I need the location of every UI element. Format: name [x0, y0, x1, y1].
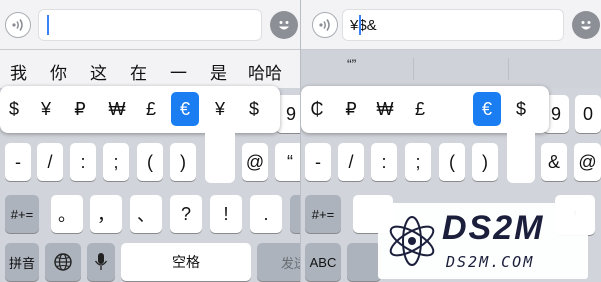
smiley-icon — [581, 21, 591, 30]
key-more-symbols[interactable]: #+= — [305, 195, 341, 233]
popup-stem — [507, 130, 535, 183]
site-watermark: DS2M DS2M.COM — [378, 203, 588, 279]
suggestion-quotes[interactable]: “” — [347, 56, 356, 72]
candidate-word[interactable]: 我 — [10, 59, 27, 84]
key-colon[interactable]: : — [371, 143, 397, 181]
popup-stem — [205, 130, 235, 183]
key-at[interactable]: @ — [242, 143, 268, 181]
atom-logo-icon — [389, 216, 435, 266]
key-at[interactable]: @ — [574, 143, 601, 181]
key-semicolon[interactable]: ; — [405, 143, 431, 181]
key-hyphen[interactable]: - — [5, 143, 31, 181]
left-keyboard-screenshot: 我 你 这 在 一 是 哈哈 9 - / : ; ( ) @ “ #+= 。 ，… — [0, 0, 300, 282]
popup-key-cedi[interactable]: ₵ — [303, 92, 331, 126]
smiley-icon — [279, 21, 289, 30]
suggestion-separator — [508, 58, 509, 80]
watermark-brand: DS2M — [442, 209, 545, 247]
candidate-word[interactable]: 一 — [170, 59, 187, 84]
key-pinyin-mode[interactable]: 拼音 — [5, 243, 39, 281]
currency-popup: ₵ ₽ ₩ £ € $ — [301, 86, 549, 133]
popup-key-pound[interactable]: £ — [137, 92, 165, 126]
popup-key-dollar[interactable]: $ — [507, 92, 535, 126]
key-ampersand[interactable]: & — [541, 143, 567, 181]
key-open-paren[interactable]: ( — [137, 143, 163, 181]
popup-key-dollar-2[interactable]: $ — [240, 92, 268, 126]
key-abc-mode[interactable]: ABC — [305, 243, 341, 281]
key-0[interactable]: 0 — [575, 95, 601, 133]
key-hyphen[interactable]: - — [305, 143, 331, 181]
globe-icon — [54, 253, 72, 271]
candidate-word[interactable]: 是 — [210, 59, 227, 84]
candidate-word[interactable]: 在 — [130, 59, 147, 84]
microphone-icon — [94, 253, 108, 270]
input-bar: ¥$& — [301, 0, 601, 50]
key-delete[interactable] — [290, 195, 300, 233]
popup-key-yen[interactable]: ¥ — [206, 92, 234, 126]
text-cursor — [359, 15, 361, 35]
sound-wave-icon — [319, 19, 330, 31]
key-semicolon[interactable]: ; — [103, 143, 129, 181]
key-period-cn[interactable]: 。 — [51, 195, 83, 233]
popup-key-ruble[interactable]: ₽ — [337, 92, 365, 126]
popup-key-ruble[interactable]: ₽ — [66, 92, 94, 126]
candidate-word[interactable]: 哈哈 — [248, 59, 282, 84]
popup-key-euro-selected[interactable]: € — [473, 92, 501, 126]
candidate-bar: 我 你 这 在 一 是 哈哈 — [0, 50, 300, 88]
key-question[interactable]: ? — [170, 195, 202, 233]
suggestion-separator — [413, 58, 414, 80]
key-close-paren[interactable]: ) — [472, 143, 498, 181]
candidate-word[interactable]: 这 — [90, 59, 107, 84]
popup-key-yuan[interactable]: ¥ — [32, 92, 60, 126]
voice-input-button[interactable] — [5, 12, 31, 38]
globe-key[interactable] — [45, 243, 81, 281]
candidate-word[interactable]: 你 — [50, 59, 67, 84]
space-key[interactable]: 空格 — [121, 243, 251, 281]
key-open-paren[interactable]: ( — [439, 143, 465, 181]
key-quote[interactable]: “ — [275, 143, 300, 181]
emoji-button[interactable] — [572, 11, 600, 39]
popup-key-won[interactable]: ₩ — [371, 92, 399, 126]
watermark-url: DS2M.COM — [446, 253, 535, 271]
input-value: ¥$& — [350, 17, 377, 34]
currency-popup: $ ¥ ₽ ₩ £ € ¥ $ — [0, 86, 280, 133]
key-comma-cn[interactable]: ， — [90, 195, 122, 233]
key-close-paren[interactable]: ) — [170, 143, 196, 181]
key-slash[interactable]: / — [37, 143, 63, 181]
key-more-symbols[interactable]: #+= — [5, 195, 39, 233]
symbol-suggestion-bar: “” — [301, 50, 601, 88]
popup-key-dollar[interactable]: $ — [0, 92, 28, 126]
sound-wave-icon — [12, 19, 23, 31]
voice-input-button[interactable] — [312, 12, 338, 38]
popup-key-pound[interactable]: £ — [406, 92, 434, 126]
text-cursor — [47, 15, 49, 35]
dictation-key[interactable] — [87, 243, 115, 281]
globe-key[interactable] — [347, 243, 381, 281]
emoji-button[interactable] — [270, 11, 298, 39]
key-colon[interactable]: : — [70, 143, 96, 181]
message-input[interactable]: ¥$& — [342, 9, 564, 41]
input-bar — [0, 0, 300, 50]
key-period[interactable]: . — [250, 195, 282, 233]
popup-key-euro-selected[interactable]: € — [171, 92, 199, 126]
popup-key-won[interactable]: ₩ — [103, 92, 131, 126]
message-input[interactable] — [38, 9, 262, 41]
key-enum-comma[interactable]: 、 — [130, 195, 162, 233]
key-exclamation[interactable]: ! — [210, 195, 242, 233]
key-slash[interactable]: / — [338, 143, 364, 181]
send-key[interactable]: 发送 — [257, 243, 300, 281]
